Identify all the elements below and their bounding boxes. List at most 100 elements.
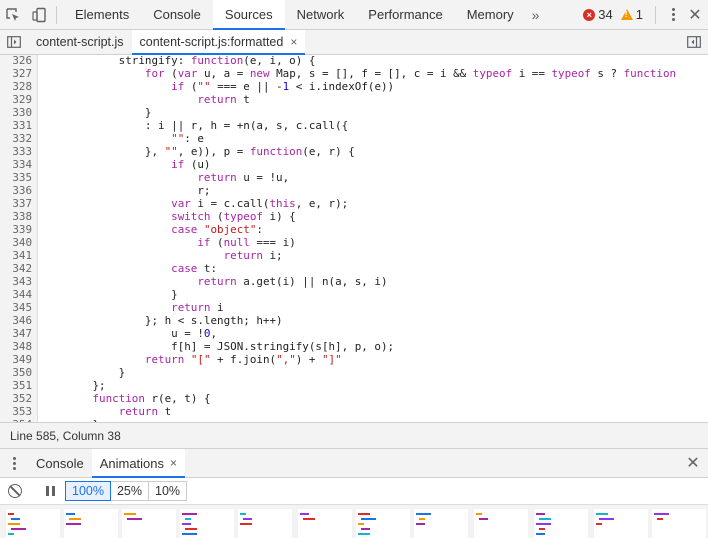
line-number[interactable]: 346 (0, 314, 32, 327)
line-number[interactable]: 352 (0, 392, 32, 405)
code-text[interactable]: if (u) (40, 158, 210, 171)
line-number[interactable]: 342 (0, 262, 32, 275)
drawer-menu-icon[interactable] (0, 449, 28, 477)
animation-preview-thumbnail[interactable] (356, 509, 410, 538)
animation-preview-thumbnail[interactable] (652, 509, 706, 538)
animation-preview-thumbnail[interactable] (6, 509, 60, 538)
animation-preview-thumbnail[interactable] (180, 509, 234, 538)
code-text[interactable]: case "object": (40, 223, 263, 236)
line-number[interactable]: 329 (0, 93, 32, 106)
tab-elements[interactable]: Elements (63, 0, 141, 29)
code-text[interactable]: return i (40, 301, 223, 314)
code-text[interactable]: stringify: function(e, i, o) { (40, 55, 316, 67)
animation-track-line (654, 513, 669, 515)
speed-25-button[interactable]: 25% (109, 481, 150, 501)
code-text[interactable]: } (40, 106, 152, 119)
animation-preview-thumbnail[interactable] (594, 509, 648, 538)
line-number[interactable]: 328 (0, 80, 32, 93)
animation-preview-thumbnail[interactable] (298, 509, 352, 538)
code-text[interactable]: for (var u, a = new Map, s = [], f = [],… (40, 67, 676, 80)
line-number[interactable]: 350 (0, 366, 32, 379)
clear-all-icon[interactable] (8, 484, 22, 498)
code-text[interactable]: function r(e, t) { (40, 392, 210, 405)
customize-menu-icon[interactable] (664, 0, 682, 29)
toggle-navigator-icon[interactable] (0, 30, 28, 54)
animation-track-line (69, 518, 81, 520)
file-tab-content-script[interactable]: content-script.js (28, 30, 132, 54)
line-number[interactable]: 340 (0, 236, 32, 249)
code-text[interactable]: if ("" === e || -1 < i.indexOf(e)) (40, 80, 394, 93)
close-drawer-icon[interactable]: ✕ (678, 449, 708, 477)
line-number[interactable]: 345 (0, 301, 32, 314)
drawer-tab-animations[interactable]: Animations × (91, 449, 186, 478)
tab-performance[interactable]: Performance (356, 0, 454, 29)
speed-10-button[interactable]: 10% (148, 481, 188, 501)
code-text[interactable]: } (40, 288, 178, 301)
toggle-debugger-icon[interactable] (680, 30, 708, 54)
code-text[interactable]: } (40, 366, 126, 379)
animation-preview-thumbnail[interactable] (474, 509, 528, 538)
code-text[interactable]: return i; (40, 249, 283, 262)
tab-console[interactable]: Console (141, 0, 213, 29)
line-number[interactable]: 343 (0, 275, 32, 288)
line-number[interactable]: 334 (0, 158, 32, 171)
code-text[interactable]: u = !0, (40, 327, 217, 340)
code-text[interactable]: return a.get(i) || n(a, s, i) (40, 275, 387, 288)
code-editor[interactable]: 326 stringify: function(e, i, o) { 327 fo… (0, 55, 708, 422)
inspect-element-icon[interactable] (0, 0, 26, 29)
line-number[interactable]: 344 (0, 288, 32, 301)
code-text[interactable]: if (null === i) (40, 236, 295, 249)
file-tab-content-script-formatted[interactable]: content-script.js:formatted × (131, 30, 306, 55)
animation-preview-thumbnail[interactable] (122, 509, 176, 538)
code-text[interactable]: return "[" + f.join(",") + "]" (40, 353, 342, 366)
code-text[interactable]: return t (40, 93, 249, 106)
device-toolbar-icon[interactable] (26, 0, 52, 29)
code-text[interactable]: }, "", e)), p = function(e, r) { (40, 145, 355, 158)
line-number[interactable]: 338 (0, 210, 32, 223)
line-number[interactable]: 336 (0, 184, 32, 197)
line-number[interactable]: 326 (0, 55, 32, 67)
tab-memory[interactable]: Memory (455, 0, 526, 29)
line-number[interactable]: 330 (0, 106, 32, 119)
line-number[interactable]: 349 (0, 353, 32, 366)
code-text[interactable]: case t: (40, 262, 217, 275)
panel-tabs: Elements Console Sources Network Perform… (63, 0, 546, 30)
line-number[interactable]: 339 (0, 223, 32, 236)
code-text[interactable]: : i || r, h = +n(a, s, c.call({ (40, 119, 348, 132)
animation-preview-thumbnail[interactable] (414, 509, 468, 538)
animation-preview-thumbnail[interactable] (64, 509, 118, 538)
line-number[interactable]: 348 (0, 340, 32, 353)
animation-preview-thumbnail[interactable] (534, 509, 588, 538)
code-text[interactable]: switch (typeof i) { (40, 210, 296, 223)
line-number[interactable]: 351 (0, 379, 32, 392)
close-devtools-icon[interactable]: ✕ (682, 0, 708, 29)
line-number[interactable]: 331 (0, 119, 32, 132)
code-text[interactable]: return u = !u, (40, 171, 289, 184)
line-number[interactable]: 332 (0, 132, 32, 145)
code-text[interactable]: var i = c.call(this, e, r); (40, 197, 348, 210)
line-number[interactable]: 333 (0, 145, 32, 158)
animation-preview-thumbnail[interactable] (238, 509, 292, 538)
line-number[interactable]: 337 (0, 197, 32, 210)
code-text[interactable]: }; (40, 379, 105, 392)
code-text[interactable]: f[h] = JSON.stringify(s[h], p, o); (40, 340, 394, 353)
pause-all-icon[interactable] (46, 486, 55, 496)
warning-count: 1 (635, 7, 643, 22)
line-number[interactable]: 341 (0, 249, 32, 262)
code-text[interactable]: return t (40, 405, 171, 418)
line-number[interactable]: 327 (0, 67, 32, 80)
drawer-tab-console[interactable]: Console (28, 449, 92, 477)
tab-sources[interactable]: Sources (212, 0, 285, 30)
close-tab-icon[interactable]: × (170, 456, 177, 470)
more-tabs-button[interactable]: » (526, 0, 546, 29)
code-text[interactable]: }; h < s.length; h++) (40, 314, 283, 327)
line-number[interactable]: 353 (0, 405, 32, 418)
tab-network[interactable]: Network (285, 0, 357, 29)
line-number[interactable]: 347 (0, 327, 32, 340)
issue-counters[interactable]: × 34 ! 1 (583, 0, 647, 29)
close-tab-icon[interactable]: × (290, 35, 297, 49)
code-text[interactable]: "": e (40, 132, 204, 145)
speed-100-button[interactable]: 100% (65, 481, 111, 501)
code-text[interactable]: r; (40, 184, 210, 197)
line-number[interactable]: 335 (0, 171, 32, 184)
